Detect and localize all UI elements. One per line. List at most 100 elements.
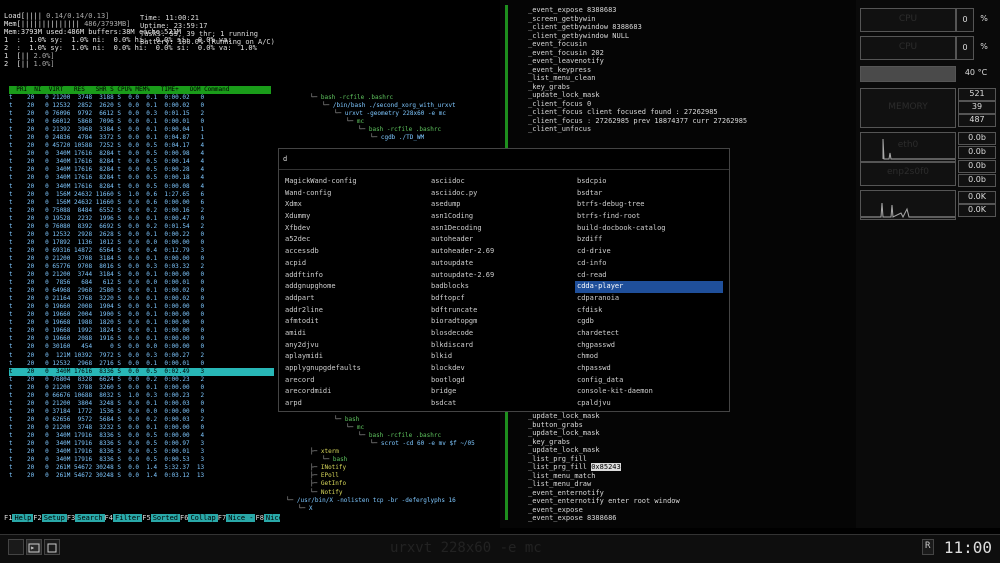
launcher-item[interactable]: config_data [575, 375, 723, 387]
process-row[interactable]: t 20 0 24836 4784 3372 S 0.0 0.1 0:04.87… [9, 134, 274, 142]
launcher-item[interactable]: asedump [429, 199, 569, 211]
process-row[interactable]: t 20 0 340M 17616 8284 t 0.0 0.5 0:00.08… [9, 183, 274, 191]
fkey-nice[interactable]: F8Nice + [255, 514, 280, 523]
process-row[interactable]: t 20 0 340M 17916 8336 S 0.0 0.5 0:00.00… [9, 432, 274, 440]
launcher-item[interactable]: MagickWand-config [283, 176, 423, 188]
launcher-item[interactable]: Xfbdev [283, 223, 423, 235]
launcher-item[interactable]: applygnupgdefaults [283, 363, 423, 375]
process-row[interactable]: t 20 0 45720 10588 7252 S 0.0 0.5 0:04.1… [9, 142, 274, 150]
process-row[interactable]: t 20 0 21164 3768 3220 S 0.0 0.1 0:00.02… [9, 295, 274, 303]
process-row[interactable]: t 20 0 340M 17916 8336 S 0.0 0.5 0:00.53… [9, 456, 274, 464]
window-task-button[interactable] [44, 539, 60, 555]
process-row[interactable]: t 20 0 62656 9572 5684 S 0.0 0.2 0:00.03… [9, 416, 274, 424]
fkey-nice[interactable]: F7 Nice - [217, 514, 256, 523]
launcher-item[interactable]: blosdecode [429, 328, 569, 340]
launcher-item[interactable]: addr2line [283, 305, 423, 317]
process-row[interactable]: t 20 0 76804 8328 6624 S 0.0 0.2 0:00.23… [9, 376, 274, 384]
process-row[interactable]: t 20 0 340M 17616 8336 S 0.0 0.5 0:02.49… [9, 367, 274, 376]
launcher-item[interactable]: Xdummy [283, 211, 423, 223]
launcher-item[interactable]: arecord [283, 375, 423, 387]
launcher-item[interactable]: asn1Decoding [429, 223, 569, 235]
process-row[interactable]: t 20 0 19528 2232 1996 S 0.0 0.1 0:00.47… [9, 215, 274, 223]
launcher-item[interactable]: asciidoc.py [429, 188, 569, 200]
launcher-item[interactable]: build-docbook-catalog [575, 223, 723, 235]
process-list[interactable]: t 20 0 21200 3748 3188 S 0.0 0.1 0:00.02… [9, 94, 274, 480]
process-row[interactable]: t 20 0 19668 1988 1820 S 0.0 0.1 0:00.00… [9, 319, 274, 327]
launcher-item[interactable]: arecordmidi [283, 386, 423, 398]
launcher-item[interactable]: chmod [575, 351, 723, 363]
process-row[interactable]: t 20 0 12532 2852 2620 S 0.0 0.1 0:00.02… [9, 102, 274, 110]
process-row[interactable]: t 20 0 121M 10392 7972 S 0.0 0.3 0:00.27… [9, 352, 274, 360]
launcher-item[interactable]: bioradtopgm [429, 316, 569, 328]
launcher-item[interactable]: autoupdate [429, 258, 569, 270]
process-row[interactable]: t 20 0 21200 3804 3248 S 0.0 0.1 0:00.03… [9, 400, 274, 408]
process-row[interactable]: t 20 0 12532 2928 2628 S 0.0 0.1 0:00.22… [9, 231, 274, 239]
launcher-item[interactable]: cfdisk [575, 305, 723, 317]
launcher-item[interactable]: bsdtar [575, 188, 723, 200]
process-row[interactable]: t 20 0 340M 17916 8336 S 0.0 0.5 0:00.97… [9, 440, 274, 448]
process-row[interactable]: t 20 0 30160 454 0 S 0.0 0.0 0:00.00 0 [9, 343, 274, 351]
launcher-item[interactable]: console-kit-daemon [575, 386, 723, 398]
launcher-item[interactable]: cd-drive [575, 246, 723, 258]
process-row[interactable]: t 20 0 19660 2004 1900 S 0.0 0.1 0:00.00… [9, 311, 274, 319]
process-row[interactable]: t 20 0 21200 3708 3184 S 0.0 0.1 0:00.00… [9, 255, 274, 263]
program-launcher[interactable]: d MagickWand-config Wand-config Xdmx Xdummy… [278, 148, 730, 412]
fkey-search[interactable]: F3 Search [66, 514, 105, 523]
launcher-item[interactable]: cgdb [575, 316, 723, 328]
process-row[interactable]: t 20 0 37184 1772 1536 S 0.0 0.0 0:00.00… [9, 408, 274, 416]
launcher-item[interactable]: asciidoc [429, 176, 569, 188]
workspace-button-1[interactable] [8, 539, 24, 555]
launcher-item[interactable]: bdftruncate [429, 305, 569, 317]
process-row[interactable]: t 20 0 75088 8484 6552 S 0.0 0.2 0:00.16… [9, 207, 274, 215]
process-row[interactable]: t 20 0 7856 684 612 S 0.0 0.0 0:00.01 0 [9, 279, 274, 287]
launcher-item[interactable]: cd-info [575, 258, 723, 270]
process-row[interactable]: t 20 0 69316 14872 6564 S 0.0 0.4 0:12.7… [9, 247, 274, 255]
launcher-item[interactable]: addgnupghome [283, 281, 423, 293]
fkey-sorted[interactable]: F5 Sorted [142, 514, 181, 523]
launcher-item[interactable]: cdda-player [575, 281, 723, 293]
process-row[interactable]: t 20 0 66676 10688 8032 S 1.0 0.3 0:00.2… [9, 392, 274, 400]
fkey-filter[interactable]: F4 Filter [104, 514, 143, 523]
launcher-item[interactable]: acpid [283, 258, 423, 270]
launcher-item[interactable]: bzdiff [575, 234, 723, 246]
launcher-item[interactable]: addpart [283, 293, 423, 305]
process-row[interactable]: t 20 0 76096 9792 6612 S 0.0 0.3 0:01.15… [9, 110, 274, 118]
process-row[interactable]: t 20 0 261M 54672 30248 S 0.0 1.4 0:03.1… [9, 472, 274, 480]
process-row[interactable]: t 20 0 340M 17616 8284 t 0.0 0.5 0:00.28… [9, 166, 274, 174]
clock[interactable]: 11:00 [944, 538, 992, 557]
process-row[interactable]: t 20 0 76080 8392 6692 S 0.0 0.2 0:01.54… [9, 223, 274, 231]
fkey-collap[interactable]: F6 Collap [180, 514, 218, 523]
launcher-item[interactable]: btrfs-find-root [575, 211, 723, 223]
launcher-item[interactable]: accessdb [283, 246, 423, 258]
launcher-item[interactable]: autoheader-2.69 [429, 246, 569, 258]
launcher-item[interactable]: badblocks [429, 281, 569, 293]
process-row[interactable]: t 20 0 66012 5868 7096 S 0.0 0.1 0:00.01… [9, 118, 274, 126]
launcher-item[interactable]: a52dec [283, 234, 423, 246]
launcher-item[interactable]: chardetect [575, 328, 723, 340]
keyboard-indicator[interactable]: R [922, 539, 934, 555]
launcher-item[interactable]: any2djvu [283, 340, 423, 352]
launcher-item[interactable]: bootlogd [429, 375, 569, 387]
launcher-item[interactable]: Wand-config [283, 188, 423, 200]
launcher-item[interactable]: bdftopcf [429, 293, 569, 305]
launcher-item[interactable]: aplaymidi [283, 351, 423, 363]
launcher-item[interactable]: btrfs-debug-tree [575, 199, 723, 211]
terminal-task-button[interactable] [26, 539, 42, 555]
launcher-item[interactable]: blkid [429, 351, 569, 363]
launcher-item[interactable]: bsdcpio [575, 176, 723, 188]
launcher-item[interactable]: cdparanoia [575, 293, 723, 305]
fkey-help[interactable]: F1 Help [4, 514, 34, 523]
fkey-setup[interactable]: F2 Setup [33, 514, 67, 523]
launcher-item[interactable]: Xdmx [283, 199, 423, 211]
process-row[interactable]: t 20 0 21200 3748 3232 S 0.0 0.1 0:00.00… [9, 424, 274, 432]
launcher-item[interactable]: afmtodit [283, 316, 423, 328]
launcher-item[interactable]: autoupdate-2.69 [429, 270, 569, 282]
process-row[interactable]: t 20 0 21200 3788 3260 S 0.0 0.1 0:00.00… [9, 384, 274, 392]
launcher-item[interactable]: chgpasswd [575, 340, 723, 352]
process-row[interactable]: t 20 0 64968 2968 2580 S 0.0 0.1 0:00.02… [9, 287, 274, 295]
process-row[interactable]: t 20 0 156M 24632 11660 S 1.0 0.6 1:27.6… [9, 191, 274, 199]
launcher-input[interactable]: d [283, 155, 725, 163]
launcher-item[interactable]: addftinfo [283, 270, 423, 282]
launcher-item[interactable]: amidi [283, 328, 423, 340]
process-row[interactable]: t 20 0 65776 9708 8016 S 0.0 0.3 0:03.32… [9, 263, 274, 271]
